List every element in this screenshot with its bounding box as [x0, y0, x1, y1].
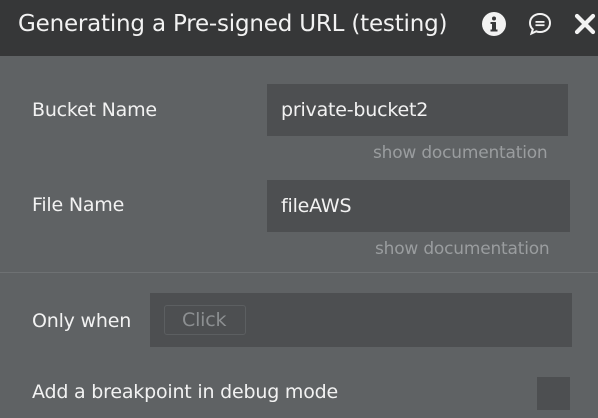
info-icon[interactable] — [480, 10, 508, 38]
section-divider — [0, 272, 598, 273]
bucket-name-label: Bucket Name — [32, 99, 157, 121]
panel-title: Generating a Pre-signed URL (testing) — [18, 11, 448, 37]
comment-icon[interactable] — [526, 10, 554, 38]
panel-header: Generating a Pre-signed URL (testing) — [0, 0, 598, 56]
close-icon[interactable] — [571, 10, 598, 38]
bucket-name-doc-link[interactable]: show documentation — [373, 143, 548, 163]
click-placeholder[interactable]: Click — [164, 305, 246, 335]
breakpoint-label: Add a breakpoint in debug mode — [32, 381, 338, 403]
action-properties-panel: Generating a Pre-signed URL (testing) Bu… — [0, 0, 598, 418]
file-name-label: File Name — [32, 194, 125, 216]
only-when-label: Only when — [32, 310, 132, 332]
file-name-doc-link[interactable]: show documentation — [375, 239, 550, 259]
only-when-condition-field[interactable]: Click — [150, 293, 572, 347]
file-name-field[interactable] — [267, 180, 570, 232]
bucket-name-field[interactable] — [267, 84, 568, 136]
breakpoint-checkbox[interactable] — [537, 377, 570, 410]
